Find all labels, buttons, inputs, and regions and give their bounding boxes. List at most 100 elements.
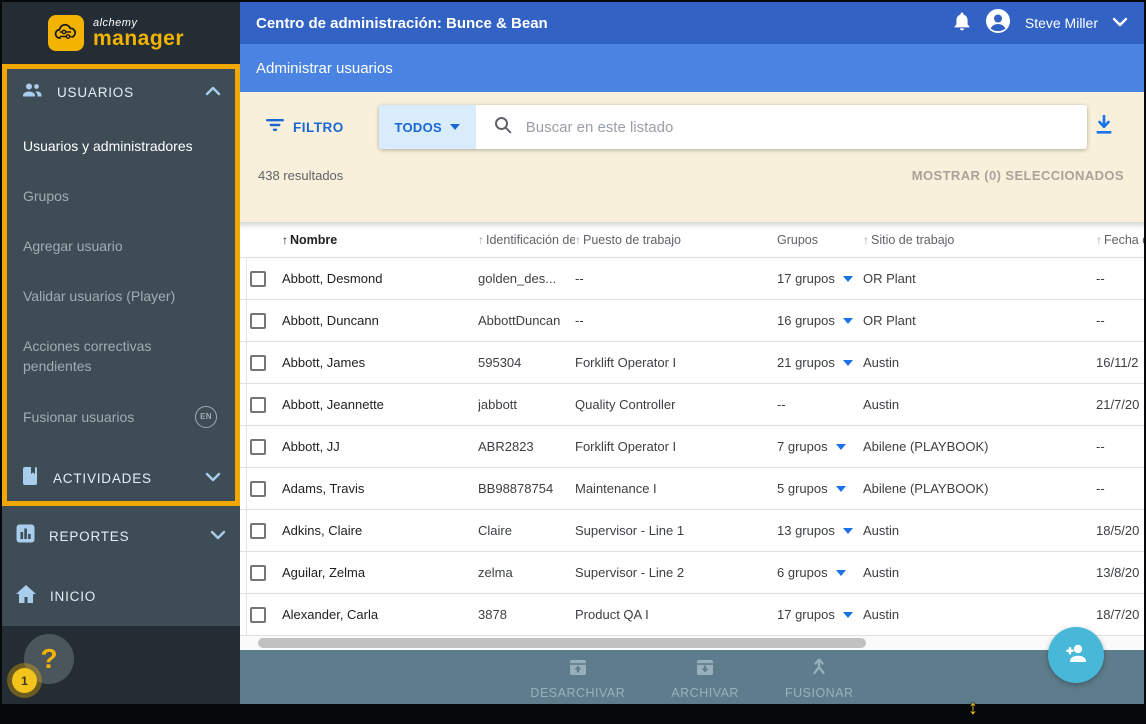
column-header-grupos[interactable]: Grupos bbox=[777, 233, 863, 247]
merge-icon bbox=[808, 656, 830, 683]
sort-arrow-icon: ↑ bbox=[1096, 233, 1102, 247]
top-header: Centro de administración: Bunce & Bean bbox=[240, 2, 1144, 44]
cell-nombre: Abbott, JJ bbox=[282, 439, 478, 454]
cell-nombre: Adkins, Claire bbox=[282, 523, 478, 538]
cell-sitio: Austin bbox=[863, 397, 1096, 412]
sidebar-item-fusionar-usuarios[interactable]: Fusionar usuarios EN bbox=[7, 391, 235, 443]
table-left-divider bbox=[246, 258, 247, 636]
row-checkbox[interactable] bbox=[250, 397, 266, 413]
cell-nombre: Abbott, Duncann bbox=[282, 313, 478, 328]
table-header: ↑ Nombre ↑ Identificación de ↑ Puesto de… bbox=[240, 222, 1144, 258]
user-table: Abbott, Desmond golden_des... -- 17 grup… bbox=[240, 258, 1144, 636]
avatar[interactable] bbox=[985, 8, 1011, 39]
table-row[interactable]: Abbott, JJ ABR2823 Forklift Operator I 7… bbox=[240, 426, 1144, 468]
table-row[interactable]: Alexander, Carla 3878 Product QA I 17 gr… bbox=[240, 594, 1144, 636]
cell-sitio: Abilene (PLAYBOOK) bbox=[863, 481, 1096, 496]
cell-grupos: 17 grupos bbox=[777, 271, 863, 286]
sidebar-item-validar-usuarios[interactable]: Validar usuarios (Player) bbox=[7, 271, 235, 321]
sidebar-item-agregar-usuario[interactable]: Agregar usuario bbox=[7, 221, 235, 271]
groups-dropdown-icon[interactable] bbox=[843, 276, 853, 282]
column-header-fecha[interactable]: ↑ Fecha de bbox=[1096, 233, 1144, 247]
chevron-down-icon bbox=[450, 124, 460, 130]
sidebar-section-inicio[interactable]: INICIO bbox=[2, 566, 240, 626]
cell-fecha: 16/11/2 bbox=[1096, 355, 1144, 370]
row-checkbox[interactable] bbox=[250, 439, 266, 455]
sidebar-item-acciones-correctivas[interactable]: Acciones correctivas pendientes bbox=[7, 321, 207, 391]
sidebar-section-usuarios[interactable]: USUARIOS bbox=[7, 69, 235, 115]
download-icon[interactable] bbox=[1094, 115, 1114, 140]
filter-button[interactable]: FILTRO bbox=[266, 118, 344, 137]
reports-chart-icon bbox=[15, 523, 36, 549]
sort-arrow-icon: ↑ bbox=[478, 233, 484, 247]
table-row[interactable]: Abbott, James 595304 Forklift Operator I… bbox=[240, 342, 1144, 384]
groups-dropdown-icon[interactable] bbox=[843, 528, 853, 534]
cell-identificacion: ABR2823 bbox=[478, 439, 575, 454]
cell-puesto: Forklift Operator I bbox=[575, 355, 777, 370]
show-selected-button[interactable]: MOSTRAR (0) SELECCIONADOS bbox=[912, 168, 1124, 183]
sidebar-item-grupos[interactable]: Grupos bbox=[7, 171, 235, 221]
groups-dropdown-icon[interactable] bbox=[843, 612, 853, 618]
chevron-down-icon[interactable] bbox=[205, 469, 221, 487]
groups-dropdown-icon[interactable] bbox=[843, 360, 853, 366]
sidebar-section-label: USUARIOS bbox=[57, 85, 192, 100]
row-checkbox[interactable] bbox=[250, 355, 266, 371]
cell-grupos: 5 grupos bbox=[777, 481, 863, 496]
cell-sitio: Austin bbox=[863, 565, 1096, 580]
column-header-identificacion[interactable]: ↑ Identificación de bbox=[478, 233, 575, 247]
table-row[interactable]: Abbott, Duncann AbbottDuncan -- 16 grupo… bbox=[240, 300, 1144, 342]
sidebar-section-label: REPORTES bbox=[49, 529, 197, 544]
chevron-down-icon[interactable] bbox=[210, 527, 226, 545]
question-mark-icon: ? bbox=[40, 643, 57, 675]
notifications-bell-icon[interactable] bbox=[953, 11, 971, 36]
table-row[interactable]: Abbott, Desmond golden_des... -- 17 grup… bbox=[240, 258, 1144, 300]
archive-icon bbox=[694, 656, 716, 683]
row-checkbox[interactable] bbox=[250, 523, 266, 539]
unarchive-button[interactable]: DESARCHIVAR bbox=[530, 656, 625, 700]
table-row[interactable]: Abbott, Jeannette jabbott Quality Contro… bbox=[240, 384, 1144, 426]
cell-nombre: Abbott, James bbox=[282, 355, 478, 370]
add-user-button[interactable] bbox=[1048, 627, 1104, 683]
sidebar-footer: ? 1 bbox=[2, 626, 240, 704]
results-count: 438 resultados bbox=[258, 168, 343, 183]
groups-dropdown-icon[interactable] bbox=[836, 486, 846, 492]
groups-dropdown-icon[interactable] bbox=[836, 444, 846, 450]
user-menu[interactable]: Steve Miller bbox=[1025, 15, 1098, 31]
column-header-nombre[interactable]: ↑ Nombre bbox=[282, 233, 478, 247]
cell-nombre: Adams, Travis bbox=[282, 481, 478, 496]
chevron-down-icon[interactable] bbox=[1112, 14, 1128, 32]
archive-button[interactable]: ARCHIVAR bbox=[671, 656, 739, 700]
activities-book-icon bbox=[20, 465, 40, 492]
search-input[interactable] bbox=[526, 119, 1087, 136]
cell-puesto: Quality Controller bbox=[575, 397, 777, 412]
table-row[interactable]: Adams, Travis BB98878754 Maintenance I 5… bbox=[240, 468, 1144, 510]
cell-grupos: 7 grupos bbox=[777, 439, 863, 454]
column-header-puesto[interactable]: ↑ Puesto de trabajo bbox=[575, 233, 777, 247]
search-icon bbox=[494, 116, 512, 139]
merge-button[interactable]: FUSIONAR bbox=[785, 656, 854, 700]
row-checkbox[interactable] bbox=[250, 271, 266, 287]
sidebar-section-reportes[interactable]: REPORTES bbox=[2, 506, 240, 566]
column-header-sitio[interactable]: ↑ Sitio de trabajo bbox=[863, 233, 1096, 247]
cell-puesto: Product QA I bbox=[575, 607, 777, 622]
scrollbar-thumb[interactable] bbox=[258, 638, 866, 648]
cell-puesto: Supervisor - Line 2 bbox=[575, 565, 777, 580]
users-icon bbox=[20, 78, 44, 107]
row-checkbox[interactable] bbox=[250, 565, 266, 581]
sidebar-item-usuarios-y-administradores[interactable]: Usuarios y administradores bbox=[7, 121, 235, 171]
sidebar-lower: REPORTES INICIO bbox=[2, 506, 240, 626]
chevron-up-icon[interactable] bbox=[205, 83, 221, 101]
sort-arrow-icon: ↑ bbox=[575, 233, 581, 247]
row-checkbox[interactable] bbox=[250, 607, 266, 623]
filter-icon bbox=[266, 118, 284, 137]
table-row[interactable]: Adkins, Claire Claire Supervisor - Line … bbox=[240, 510, 1144, 552]
scope-dropdown[interactable]: TODOS bbox=[379, 105, 476, 149]
search-bar: TODOS bbox=[379, 105, 1087, 149]
row-checkbox[interactable] bbox=[250, 481, 266, 497]
home-icon bbox=[15, 584, 37, 609]
cell-sitio: Austin bbox=[863, 607, 1096, 622]
table-row[interactable]: Aguilar, Zelma zelma Supervisor - Line 2… bbox=[240, 552, 1144, 594]
sidebar-section-actividades[interactable]: ACTIVIDADES bbox=[7, 455, 235, 501]
row-checkbox[interactable] bbox=[250, 313, 266, 329]
groups-dropdown-icon[interactable] bbox=[836, 570, 846, 576]
groups-dropdown-icon[interactable] bbox=[843, 318, 853, 324]
